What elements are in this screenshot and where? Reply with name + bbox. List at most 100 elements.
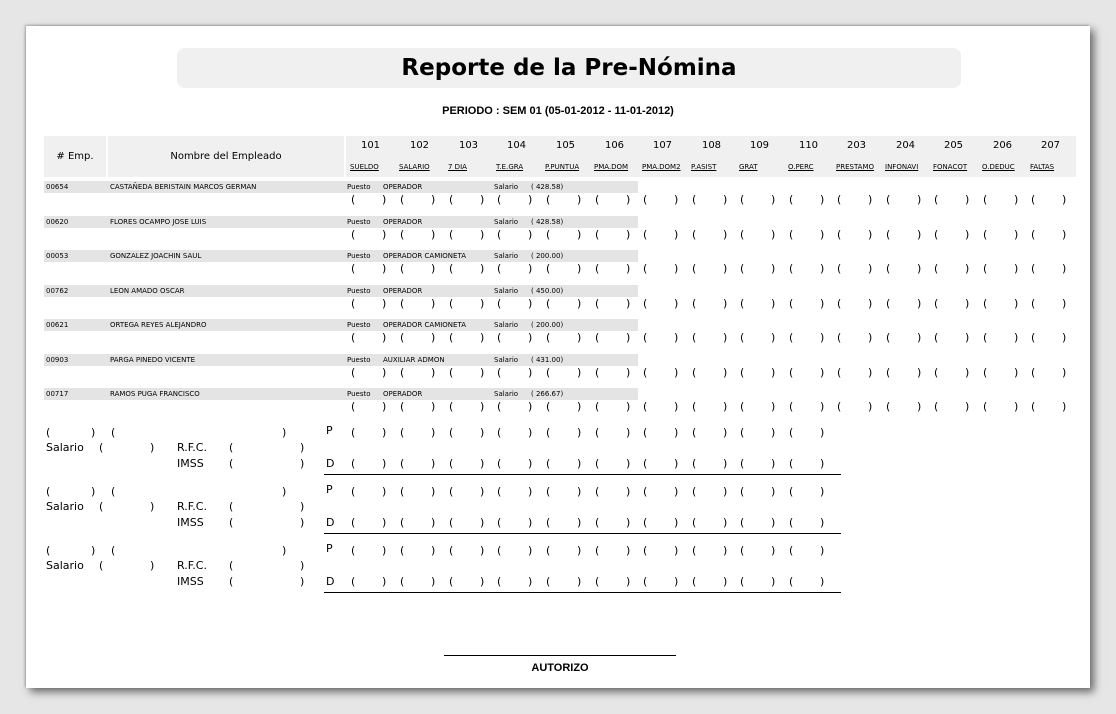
paren-open: ( — [546, 516, 551, 529]
paren-close: ) — [528, 485, 533, 498]
paren-close: ) — [300, 516, 305, 529]
paren-close: ) — [431, 262, 436, 275]
paren-close: ) — [674, 365, 679, 379]
column-label: P.ASIST — [691, 163, 717, 171]
employee-salario: ( 200.00) — [531, 252, 564, 260]
paren-close: ) — [674, 227, 679, 241]
paren-close: ) — [1062, 227, 1067, 241]
paren-open: ( — [400, 365, 405, 379]
paren-close: ) — [577, 296, 582, 310]
paren-open: ( — [1031, 262, 1036, 275]
employee-puesto: OPERADOR CAMIONETA — [383, 252, 466, 260]
paren-close: ) — [723, 227, 728, 241]
paren-open: ( — [740, 485, 745, 498]
paren-open: ( — [546, 457, 551, 470]
paren-close: ) — [431, 400, 436, 413]
paren-close: ) — [300, 500, 305, 513]
paren-close: ) — [674, 457, 679, 470]
paren-close: ) — [480, 365, 485, 379]
column-code: 109 — [749, 140, 770, 151]
paren-open: ( — [643, 516, 648, 529]
paren-close: ) — [917, 365, 922, 379]
salario-label: Salario — [494, 217, 519, 226]
paren-open: ( — [789, 227, 794, 241]
paren-close: ) — [480, 262, 485, 275]
paren-close: ) — [626, 426, 631, 439]
paren-open: ( — [643, 485, 648, 498]
paren-open: ( — [351, 544, 356, 557]
paren-close: ) — [431, 485, 436, 498]
d-label: D — [326, 575, 335, 588]
paren-open: ( — [449, 457, 454, 470]
paren-close: ) — [91, 485, 96, 498]
column-label: O.DEDUC — [982, 163, 1015, 171]
column-label: SUELDO — [350, 163, 379, 171]
puesto-label: Puesto — [347, 183, 371, 191]
paren-open: ( — [983, 296, 988, 310]
paren-open: ( — [351, 516, 356, 529]
paren-close: ) — [868, 227, 873, 241]
paren-open: ( — [740, 331, 745, 344]
paren-open: ( — [497, 485, 502, 498]
paren-open: ( — [595, 400, 600, 413]
paren-close: ) — [577, 457, 582, 470]
paren-open: ( — [497, 426, 502, 439]
paren-open: ( — [351, 296, 356, 310]
signature-line — [444, 655, 676, 656]
column-code: 105 — [555, 140, 576, 151]
paren-close: ) — [480, 485, 485, 498]
paren-open: ( — [400, 516, 405, 529]
puesto-label: Puesto — [347, 355, 371, 364]
summary-divider — [324, 533, 841, 534]
d-label: D — [326, 457, 335, 470]
paren-open: ( — [740, 365, 745, 379]
paren-close: ) — [965, 193, 970, 206]
paren-open: ( — [837, 296, 842, 310]
paren-close: ) — [480, 544, 485, 557]
paren-open: ( — [99, 559, 104, 572]
paren-open: ( — [400, 426, 405, 439]
paren-close: ) — [674, 296, 679, 310]
paren-close: ) — [577, 365, 582, 379]
paren-open: ( — [351, 457, 356, 470]
paren-open: ( — [692, 516, 697, 529]
paren-close: ) — [723, 457, 728, 470]
header-emp-name: Nombre del Empleado — [170, 151, 282, 162]
paren-open: ( — [837, 400, 842, 413]
paren-open: ( — [351, 193, 356, 206]
paren-open: ( — [546, 426, 551, 439]
imss-label: IMSS — [177, 457, 204, 470]
paren-close: ) — [771, 262, 776, 275]
paren-open: ( — [497, 400, 502, 413]
paren-open: ( — [449, 296, 454, 310]
paren-open: ( — [595, 227, 600, 241]
p-label: P — [326, 542, 333, 555]
report-title: Reporte de la Pre-Nómina — [401, 55, 737, 81]
paren-close: ) — [1062, 296, 1067, 310]
header-emp-num: # Emp. — [56, 151, 94, 162]
paren-open: ( — [740, 575, 745, 588]
paren-close: ) — [965, 331, 970, 344]
paren-open: ( — [643, 296, 648, 310]
paren-open: ( — [351, 400, 356, 413]
paren-open: ( — [229, 500, 234, 513]
paren-open: ( — [983, 193, 988, 206]
paren-close: ) — [820, 365, 825, 379]
paren-close: ) — [1014, 227, 1019, 241]
paren-close: ) — [300, 457, 305, 470]
paren-close: ) — [150, 559, 155, 572]
paren-open: ( — [400, 262, 405, 275]
column-label: PMA.DOM2 — [642, 163, 681, 171]
paren-open: ( — [400, 485, 405, 498]
paren-close: ) — [868, 193, 873, 206]
puesto-label: Puesto — [347, 321, 371, 329]
paren-close: ) — [431, 575, 436, 588]
paren-close: ) — [674, 426, 679, 439]
paren-close: ) — [1014, 400, 1019, 413]
paren-open: ( — [740, 193, 745, 206]
paren-open: ( — [692, 331, 697, 344]
paren-open: ( — [740, 227, 745, 241]
paren-close: ) — [965, 262, 970, 275]
employee-name: PARGA PINEDO VICENTE — [110, 355, 196, 364]
summary-salario-label: Salario — [46, 559, 84, 572]
